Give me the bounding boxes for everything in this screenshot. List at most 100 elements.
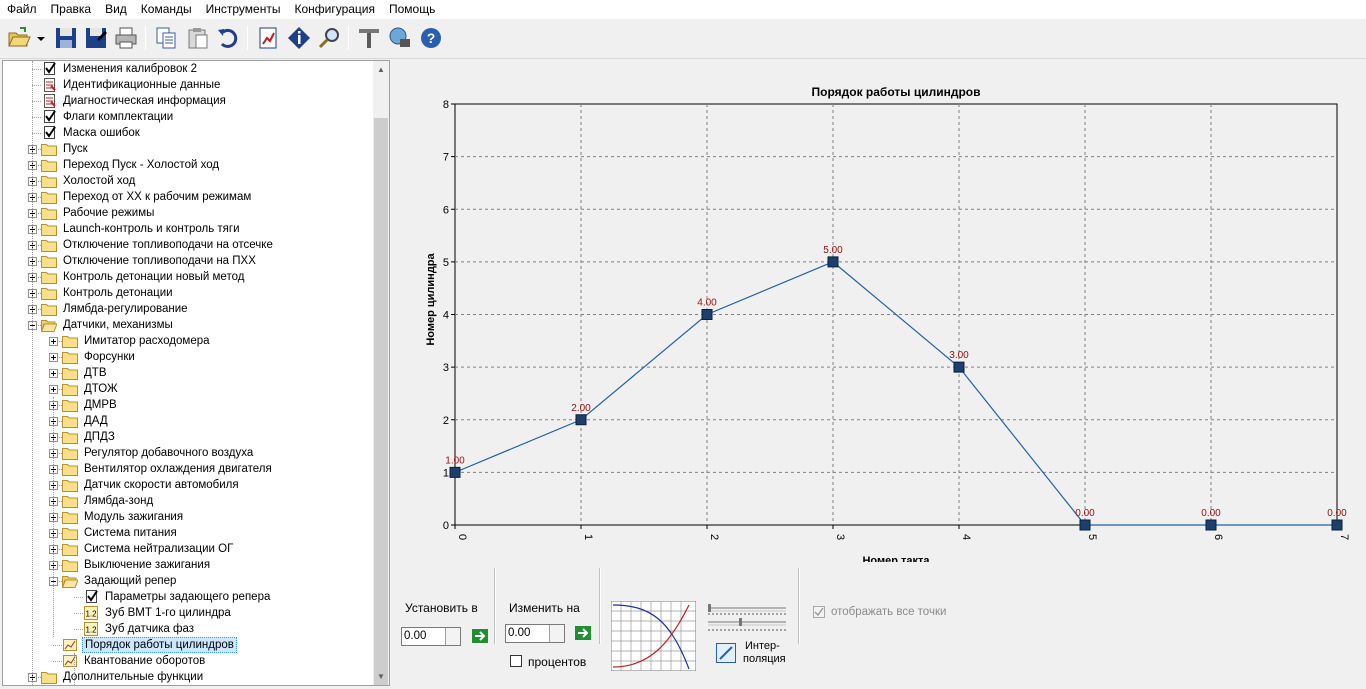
paste-icon[interactable] (185, 25, 211, 51)
tree-item-label: Дополнительные функции (63, 671, 204, 683)
save-as-icon[interactable] (83, 25, 109, 51)
svg-text:1.2: 1.2 (85, 610, 97, 619)
tree-item[interactable]: Параметры задающего репера (3, 589, 374, 605)
tree-item[interactable]: Переход Пуск - Холостой ход (3, 157, 374, 173)
tree-scrollbar[interactable]: ▲ ▼ (373, 61, 389, 685)
spin-arrows-icon[interactable] (549, 625, 564, 642)
tree-item[interactable]: ДАД (3, 413, 374, 429)
tree-item[interactable]: Выключение зажигания (3, 557, 374, 573)
tree-item[interactable]: Задающий репер (3, 573, 374, 589)
interpolation-button-icon[interactable] (716, 643, 736, 663)
menu-item-2[interactable]: Вид (98, 0, 134, 19)
folder-icon (41, 192, 57, 204)
folder-icon (62, 368, 78, 380)
report-icon[interactable] (255, 25, 281, 51)
show-all-points-checkbox[interactable] (813, 606, 825, 618)
tree-item[interactable]: Лямбда-регулирование (3, 301, 374, 317)
tree-item[interactable]: Переход от ХХ к рабочим режимам (3, 189, 374, 205)
scroll-up-arrow-icon[interactable]: ▲ (373, 61, 389, 78)
info-icon[interactable] (286, 25, 312, 51)
tree-item[interactable]: Маска ошибок (3, 125, 374, 141)
help-icon[interactable]: ? (418, 25, 444, 51)
tree-item[interactable]: Launch-контроль и контроль тяги (3, 221, 374, 237)
tree-item[interactable]: ДПДЗ (3, 429, 374, 445)
menu-item-0[interactable]: Файл (0, 0, 44, 19)
folder-icon (41, 208, 57, 220)
tree-item-label: Выключение зажигания (84, 559, 211, 571)
change-value-label: Изменить на (509, 601, 580, 615)
tree-item[interactable]: Система питания (3, 525, 374, 541)
tree-item[interactable]: Отключение топливоподачи на отсечке (3, 237, 374, 253)
apply-change-arrow-icon[interactable] (575, 626, 591, 640)
tree-item[interactable]: Изменения калибровок 2 (3, 61, 374, 77)
tree-item[interactable]: Контроль детонации новый метод (3, 269, 374, 285)
tree-item-label: Маска ошибок (63, 127, 140, 139)
scroll-down-arrow-icon[interactable]: ▼ (373, 668, 389, 685)
tree-item[interactable]: Датчик скорости автомобиля (3, 477, 374, 493)
connect-icon[interactable] (386, 25, 412, 51)
print-icon[interactable] (113, 25, 139, 51)
tree-item-label: Система нейтрализации ОГ (84, 543, 234, 555)
tree-guide-line (53, 397, 54, 637)
tree-item[interactable]: Модуль зажигания (3, 509, 374, 525)
folder-icon (62, 560, 78, 572)
percent-checkbox[interactable] (510, 655, 522, 667)
data-point (953, 361, 965, 373)
apply-set-arrow-icon[interactable] (472, 629, 488, 643)
tree-item[interactable]: 1.2 Зуб датчика фаз (3, 621, 374, 637)
change-value-spinbox[interactable]: 0.00 (505, 624, 565, 643)
tree-item[interactable]: ДТВ (3, 365, 374, 381)
tree-item[interactable]: Пуск (3, 141, 374, 157)
tree-item-label: Лямбда-зонд (84, 495, 154, 507)
tree-item[interactable]: Вентилятор охлаждения двигателя (3, 461, 374, 477)
undo-icon[interactable] (215, 25, 241, 51)
tree-item-label: Порядок работы цилиндров (82, 637, 237, 653)
tree-item[interactable]: Датчики, механизмы (3, 317, 374, 333)
tools-icon[interactable] (356, 25, 382, 51)
menu-item-4[interactable]: Инструменты (199, 0, 288, 19)
chart-icon (63, 655, 77, 667)
tree-item[interactable]: Дополнительные функции (3, 669, 374, 685)
chart-panel: Порядок работы цилиндров 0 1 2 3 4 5 6 7 8 0 1 2 3 4 5 6… (396, 60, 1366, 567)
spin-arrows-icon[interactable] (445, 628, 460, 645)
menu-item-3[interactable]: Команды (134, 0, 199, 19)
tree-item[interactable]: Контроль детонации (3, 285, 374, 301)
y-tick-label: 4 (443, 310, 449, 322)
open-icon[interactable] (6, 25, 32, 51)
tree-item[interactable]: 1.2 Зуб ВМТ 1-го цилиндра (3, 605, 374, 621)
tree-item[interactable]: Имитатор расходомера (3, 333, 374, 349)
interpolation-sliders[interactable] (706, 600, 788, 636)
tree-item[interactable]: Диагностическая информация (3, 93, 374, 109)
tree-item[interactable]: Рабочие режимы (3, 205, 374, 221)
tree-item[interactable]: Порядок работы цилиндров (3, 637, 374, 653)
expand-plus-icon[interactable] (49, 353, 58, 362)
menu-item-5[interactable]: Конфигурация (287, 0, 382, 19)
x-tick-label: 4 (960, 534, 972, 540)
tree-item[interactable]: Идентификационные данные (3, 77, 374, 93)
tree-connector (32, 117, 41, 118)
menu-item-6[interactable]: Помощь (382, 0, 442, 19)
copy-icon[interactable] (153, 25, 179, 51)
tree-item[interactable]: Регулятор добавочного воздуха (3, 445, 374, 461)
save-icon[interactable] (53, 25, 79, 51)
expand-plus-icon[interactable] (49, 385, 58, 394)
tree-item[interactable]: Холостой ход (3, 173, 374, 189)
tree-item[interactable]: ДТОЖ (3, 381, 374, 397)
scroll-thumb[interactable] (374, 118, 388, 685)
menu-item-1[interactable]: Правка (44, 0, 99, 19)
tree-item[interactable]: Форсунки (3, 349, 374, 365)
cylinder-order-chart[interactable]: Порядок работы цилиндров 0 1 2 3 4 5 6 7 8 0 1 2 3 4 5 6… (396, 60, 1366, 567)
dropdown-arrow-icon[interactable] (34, 25, 48, 51)
search-icon[interactable] (317, 25, 343, 51)
expand-plus-icon[interactable] (49, 369, 58, 378)
set-value-spinbox[interactable]: 0.00 (401, 627, 461, 646)
tree-item[interactable]: Система нейтрализации ОГ (3, 541, 374, 557)
tree-item[interactable]: Лямбда-зонд (3, 493, 374, 509)
tree-item[interactable]: Квантование оборотов (3, 653, 374, 669)
tree-connector (74, 613, 83, 614)
tree-item[interactable]: ДМРВ (3, 397, 374, 413)
expand-plus-icon[interactable] (49, 337, 58, 346)
interpolation-curve-preview[interactable] (611, 601, 696, 671)
tree-item[interactable]: Флаги комплектации (3, 109, 374, 125)
tree-item[interactable]: Отключение топливоподачи на ПХХ (3, 253, 374, 269)
